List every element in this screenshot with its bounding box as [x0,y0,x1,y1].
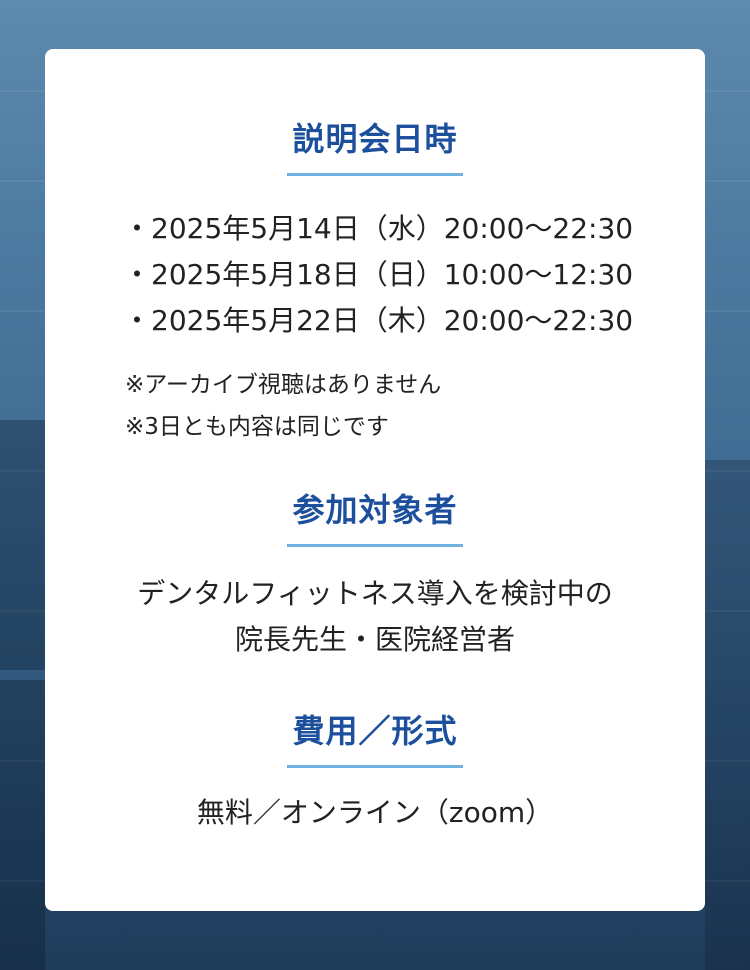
note-no-archive: ※アーカイブ視聴はありません [125,372,442,398]
target-heading: 参加対象者 [287,488,463,547]
event-info-card: 説明会日時 ・2025年5月14日（水）20:00〜22:30 ・2025年5月… [45,49,705,911]
target-line-1: デンタルフィットネス導入を検討中の [137,577,613,610]
schedule-list: ・2025年5月14日（水）20:00〜22:30 ・2025年5月18日（日）… [45,206,705,344]
note-same-content: ※3日とも内容は同じです [125,414,389,440]
target-description: デンタルフィットネス導入を検討中の 院長先生・医院経営者 [45,571,705,663]
schedule-item: ・2025年5月18日（日）10:00〜12:30 [123,252,705,298]
fee-heading: 費用／形式 [287,709,463,768]
schedule-date: 2025年5月22日（木）20:00〜22:30 [151,304,634,337]
schedule-date: 2025年5月14日（水）20:00〜22:30 [151,212,634,245]
bullet: ・ [123,304,152,337]
schedule-item: ・2025年5月14日（水）20:00〜22:30 [123,206,705,252]
fee-description: 無料／オンライン（zoom） [196,796,554,829]
schedule-date: 2025年5月18日（日）10:00〜12:30 [151,258,634,291]
bullet: ・ [123,258,152,291]
bullet: ・ [123,212,152,245]
target-line-2: 院長先生・医院経営者 [234,623,515,656]
schedule-notes: ※アーカイブ視聴はありません ※3日とも内容は同じです [45,364,705,448]
schedule-heading: 説明会日時 [287,117,463,176]
schedule-item: ・2025年5月22日（木）20:00〜22:30 [123,298,705,344]
